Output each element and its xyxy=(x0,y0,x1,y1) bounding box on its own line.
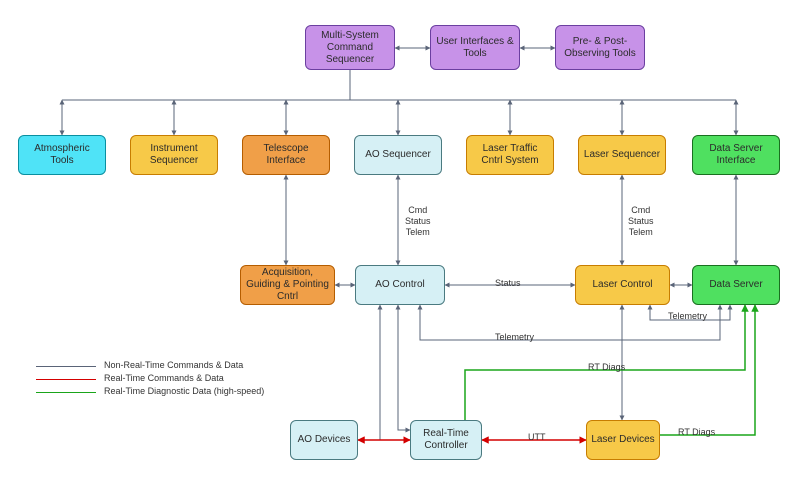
edge-label-rtdiags-upper: RT Diags xyxy=(588,362,625,373)
legend-swatch-rtdiag xyxy=(36,392,96,393)
edge-label-telemetry-upper: Telemetry xyxy=(668,311,707,322)
node-label: AO Control xyxy=(375,279,424,291)
node-data-server: Data Server xyxy=(692,265,780,305)
node-acquisition-guiding: Acquisition, Guiding & Pointing Cntrl xyxy=(240,265,335,305)
legend-swatch-rt xyxy=(36,379,96,380)
node-label: AO Sequencer xyxy=(365,149,431,161)
node-atmospheric-tools: Atmospheric Tools xyxy=(18,135,106,175)
node-instrument-sequencer: Instrument Sequencer xyxy=(130,135,218,175)
node-data-server-interface: Data Server Interface xyxy=(692,135,780,175)
edge-label-status: Status xyxy=(495,278,521,289)
legend-swatch-nonrt xyxy=(36,366,96,367)
node-label: Data Server Interface xyxy=(697,143,775,167)
legend-row: Real-Time Diagnostic Data (high-speed) xyxy=(36,386,274,397)
edge-label-telemetry-lower: Telemetry xyxy=(495,332,534,343)
edge-label-cmd-right: Cmd Status Telem xyxy=(628,205,654,237)
edge-label-cmd-left: Cmd Status Telem xyxy=(405,205,431,237)
edge-label-utt: UTT xyxy=(528,432,546,443)
node-label: Instrument Sequencer xyxy=(135,143,213,167)
node-label: Pre- & Post-Observing Tools xyxy=(560,36,640,60)
node-ao-control: AO Control xyxy=(355,265,445,305)
node-label: Data Server xyxy=(709,279,762,291)
legend-label: Non-Real-Time Commands & Data xyxy=(104,360,274,371)
node-real-time-controller: Real-Time Controller xyxy=(410,420,482,460)
node-label: Laser Devices xyxy=(591,434,654,446)
node-ao-devices: AO Devices xyxy=(290,420,358,460)
node-telescope-interface: Telescope Interface xyxy=(242,135,330,175)
node-label: Multi-System Command Sequencer xyxy=(310,30,390,66)
node-label: AO Devices xyxy=(298,434,351,446)
edge-label-rtdiags-lower: RT Diags xyxy=(678,427,715,438)
node-label: Real-Time Controller xyxy=(415,428,477,452)
connectors xyxy=(0,0,800,501)
node-pre-post-observing: Pre- & Post-Observing Tools xyxy=(555,25,645,70)
node-multi-system-sequencer: Multi-System Command Sequencer xyxy=(305,25,395,70)
node-label: Atmospheric Tools xyxy=(23,143,101,167)
legend-label: Real-Time Diagnostic Data (high-speed) xyxy=(104,386,274,397)
node-laser-devices: Laser Devices xyxy=(586,420,660,460)
node-laser-control: Laser Control xyxy=(575,265,670,305)
legend: Non-Real-Time Commands & Data Real-Time … xyxy=(36,360,274,398)
node-label: Laser Traffic Cntrl System xyxy=(471,143,549,167)
node-label: User Interfaces & Tools xyxy=(435,36,515,60)
node-label: Acquisition, Guiding & Pointing Cntrl xyxy=(245,267,330,303)
node-label: Laser Sequencer xyxy=(584,149,660,161)
node-laser-sequencer: Laser Sequencer xyxy=(578,135,666,175)
legend-label: Real-Time Commands & Data xyxy=(104,373,274,384)
node-ao-sequencer: AO Sequencer xyxy=(354,135,442,175)
node-laser-traffic-control: Laser Traffic Cntrl System xyxy=(466,135,554,175)
node-label: Telescope Interface xyxy=(247,143,325,167)
node-label: Laser Control xyxy=(592,279,652,291)
node-user-interfaces: User Interfaces & Tools xyxy=(430,25,520,70)
legend-row: Non-Real-Time Commands & Data xyxy=(36,360,274,371)
legend-row: Real-Time Commands & Data xyxy=(36,373,274,384)
